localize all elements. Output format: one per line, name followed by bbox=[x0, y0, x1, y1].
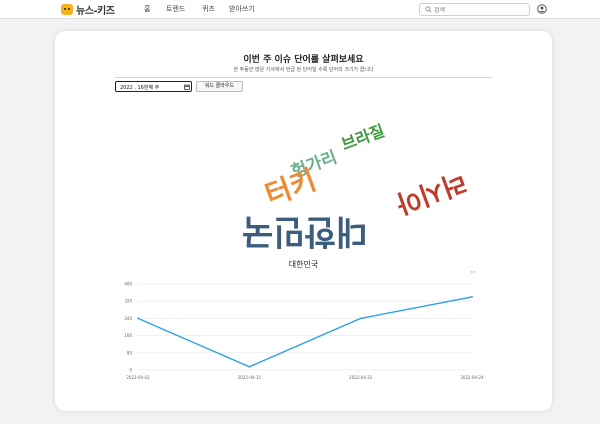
cloud-word-korea: 대한민국 bbox=[242, 211, 368, 251]
site-logo[interactable]: 뉴스-키즈 bbox=[61, 3, 115, 17]
y-tick-label: 400 bbox=[124, 282, 132, 287]
y-tick-label: 240 bbox=[124, 316, 132, 321]
content-card: 이번 주 이슈 단어를 살펴보세요 한 주동안 많은 기사에서 언급 된 단어일… bbox=[55, 31, 552, 411]
line-chart: 0 80 160 240 320 400 2022-04-02 2022-04-15 2022-… bbox=[124, 271, 484, 380]
nav-link-home[interactable]: 홈 bbox=[144, 4, 150, 14]
y-tick-label: 80 bbox=[127, 350, 133, 355]
data-point bbox=[137, 317, 139, 320]
x-tick-label: 2022-04-15 bbox=[238, 375, 262, 380]
top-navbar: 뉴스-키즈 홈 트렌드 퀴즈 받아쓰기 bbox=[0, 0, 600, 19]
nav-link-trend[interactable]: 트렌드 bbox=[166, 4, 185, 14]
search-box bbox=[419, 3, 530, 16]
cloud-word-russia: 러시아 bbox=[392, 165, 470, 219]
data-point bbox=[471, 296, 473, 298]
data-point bbox=[248, 365, 251, 368]
x-tick-label: 2022-04-02 bbox=[126, 375, 150, 380]
user-account-icon[interactable] bbox=[537, 4, 547, 14]
cloud-word-brazil: 브라질 bbox=[338, 121, 387, 155]
logo-face-icon bbox=[61, 4, 73, 15]
cloud-word-turkey: 터키 bbox=[260, 163, 321, 212]
nav-link-quiz[interactable]: 퀴즈 bbox=[202, 4, 215, 14]
series-line bbox=[137, 296, 473, 368]
search-icon bbox=[425, 6, 432, 13]
chart-title: 대한민국 bbox=[288, 260, 319, 269]
nav-link-dictation[interactable]: 받아쓰기 bbox=[229, 4, 255, 14]
legend-label: ??? bbox=[470, 271, 476, 274]
logo-text: 뉴스-키즈 bbox=[76, 6, 115, 17]
x-tick-label: 2022-04-24 bbox=[460, 375, 484, 380]
data-point bbox=[359, 317, 362, 320]
x-tick-label: 2022-04-22 bbox=[349, 375, 373, 380]
search-input[interactable] bbox=[434, 5, 526, 15]
y-tick-label: 160 bbox=[124, 333, 132, 338]
y-tick-label: 0 bbox=[129, 368, 132, 373]
y-tick-label: 320 bbox=[124, 299, 132, 304]
